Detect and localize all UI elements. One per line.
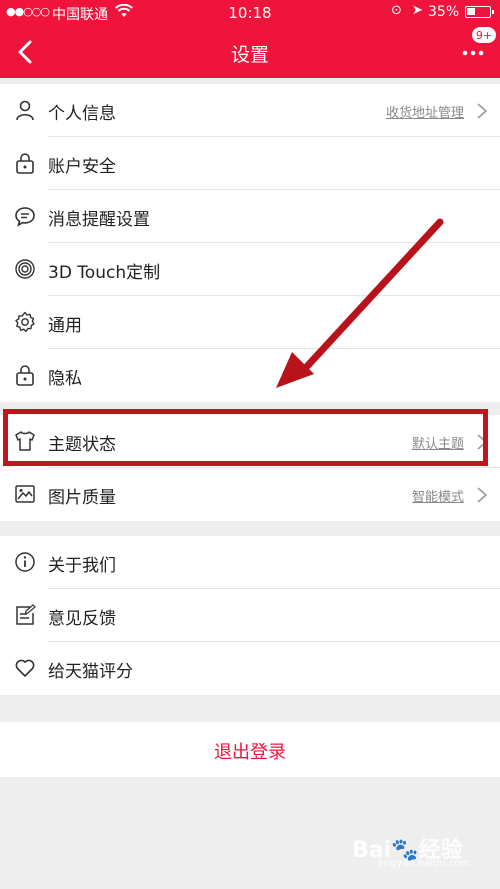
person-icon <box>14 99 36 121</box>
settings-group-about: 关于我们 意见反馈 给天猫评分 <box>0 536 500 695</box>
row-rate-app[interactable]: 给天猫评分 <box>0 642 500 695</box>
location-icon: ➤ <box>412 3 423 18</box>
lock-icon <box>14 152 36 174</box>
image-quality-value: 智能模式 <box>411 490 464 505</box>
row-label: 消息提醒设置 <box>48 210 150 230</box>
feedback-icon <box>14 604 36 626</box>
nav-bar: 设置 9+ <box>0 26 500 78</box>
heart-icon <box>14 657 36 679</box>
battery-percentage: 35% <box>428 4 460 20</box>
lock-icon <box>14 364 36 386</box>
row-label: 给天猫评分 <box>48 662 133 682</box>
row-label: 隐私 <box>48 369 82 389</box>
address-management-link[interactable]: 收货地址管理 <box>386 102 464 121</box>
logout-label: 退出登录 <box>214 742 286 763</box>
chevron-right-icon <box>476 102 488 120</box>
settings-group-display: 主题状态 默认主题 图片质量 智能模式 <box>0 415 500 521</box>
rotation-lock-icon: ⊙ <box>391 3 402 18</box>
message-icon <box>14 205 36 227</box>
fingerprint-icon <box>14 258 36 280</box>
row-about-us[interactable]: 关于我们 <box>0 536 500 589</box>
row-message-settings[interactable]: 消息提醒设置 <box>0 190 500 243</box>
info-icon <box>14 551 36 573</box>
notification-badge: 9+ <box>471 26 497 44</box>
row-label: 关于我们 <box>48 556 116 576</box>
row-privacy[interactable]: 隐私 <box>0 349 500 402</box>
settings-group-account: 个人信息 收货地址管理 账户安全 消息提醒设置 3D Touch定制 通用 隐私 <box>0 84 500 402</box>
row-account-security[interactable]: 账户安全 <box>0 137 500 190</box>
theme-value: 默认主题 <box>411 437 464 452</box>
row-personal-info[interactable]: 个人信息 收货地址管理 <box>0 84 500 137</box>
tshirt-icon <box>14 430 36 452</box>
row-label: 3D Touch定制 <box>48 263 161 283</box>
row-label: 账户安全 <box>48 157 116 177</box>
row-theme-status[interactable]: 主题状态 默认主题 <box>0 415 500 468</box>
row-general[interactable]: 通用 <box>0 296 500 349</box>
row-label: 主题状态 <box>48 435 116 455</box>
battery-icon <box>465 6 494 18</box>
image-icon <box>14 483 36 505</box>
chevron-right-icon <box>476 486 488 504</box>
row-feedback[interactable]: 意见反馈 <box>0 589 500 642</box>
logout-button[interactable]: 退出登录 <box>0 722 500 777</box>
watermark-url: jingyan.baidu.com <box>378 858 471 869</box>
baidu-watermark: Bai🐾经验 jingyan.baidu.com <box>352 832 470 869</box>
gear-icon <box>14 311 36 333</box>
row-label: 通用 <box>48 316 82 336</box>
page-title: 设置 <box>230 44 269 66</box>
status-bar: ●●○○○ 中国联通 10:18 ⊙ ➤ 35% <box>0 0 500 26</box>
row-label: 图片质量 <box>48 488 116 508</box>
row-label: 意见反馈 <box>48 609 116 629</box>
row-3d-touch[interactable]: 3D Touch定制 <box>0 243 500 296</box>
clock: 10:18 <box>228 4 272 22</box>
chevron-right-icon <box>476 433 488 451</box>
row-label: 个人信息 <box>48 104 116 124</box>
row-image-quality[interactable]: 图片质量 智能模式 <box>0 468 500 521</box>
